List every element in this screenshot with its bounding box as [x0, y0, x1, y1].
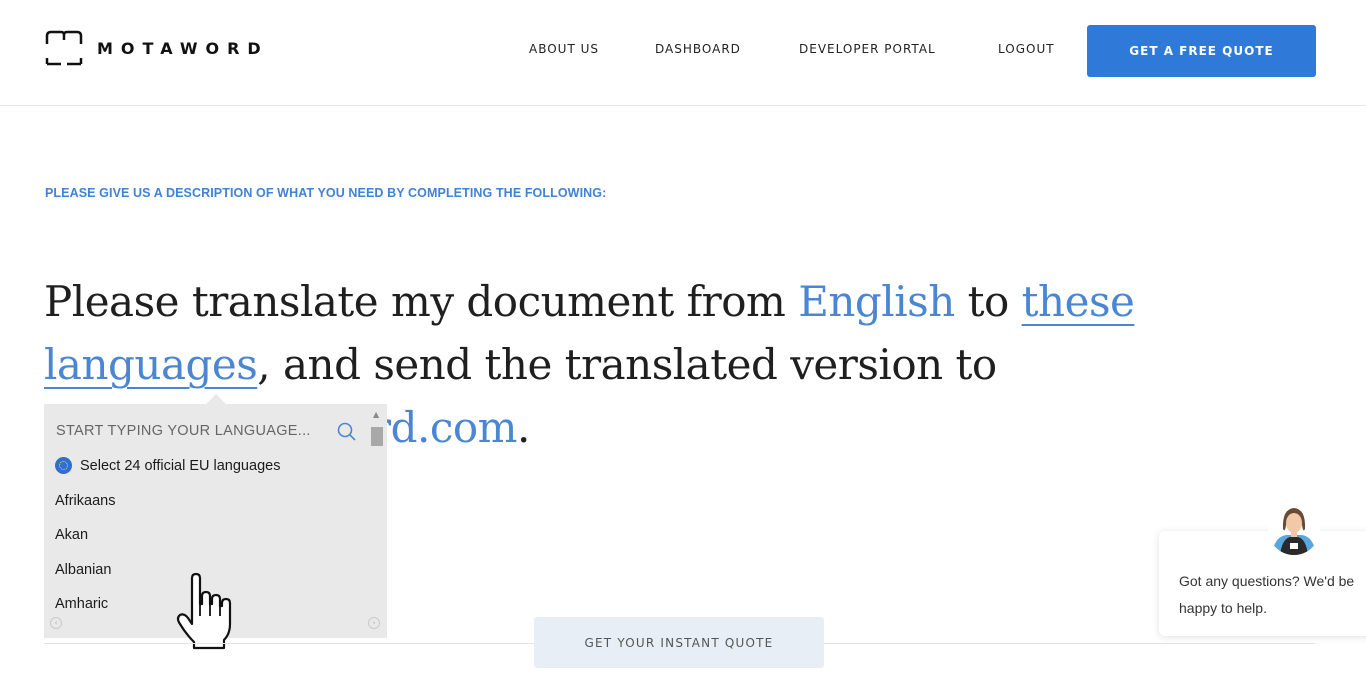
logo[interactable]: MOTAWORD — [45, 30, 269, 66]
nav-developer-portal[interactable]: DEVELOPER PORTAL — [799, 42, 936, 56]
chat-message: Got any questions? We'd be happy to help… — [1179, 568, 1366, 622]
site-header: MOTAWORD ABOUT US DASHBOARD DEVELOPER PO… — [0, 0, 1366, 106]
language-option[interactable]: Afrikaans — [55, 491, 365, 526]
vertical-scrollbar[interactable]: ▲ — [370, 408, 384, 608]
scrollbar-thumb[interactable] — [371, 427, 383, 446]
support-agent-avatar[interactable] — [1268, 503, 1320, 555]
search-icon[interactable] — [336, 421, 358, 447]
chat-popup[interactable]: Got any questions? We'd be happy to help… — [1159, 531, 1366, 636]
book-icon — [45, 30, 83, 66]
brand-name: MOTAWORD — [97, 38, 269, 58]
eu-languages-option[interactable]: Select 24 official EU languages — [55, 456, 365, 491]
source-language-selector[interactable]: English — [798, 277, 955, 326]
eu-flag-icon — [55, 457, 72, 474]
scroll-left-icon[interactable]: ‹ — [50, 617, 62, 629]
email-field-tail[interactable]: rd.com — [371, 403, 517, 452]
scroll-up-icon[interactable]: ▲ — [373, 410, 379, 419]
language-search-input[interactable]: START TYPING YOUR LANGUAGE... — [56, 423, 356, 439]
eu-languages-label: Select 24 official EU languages — [80, 458, 281, 474]
chat-message-line-2: happy to help. — [1179, 600, 1267, 616]
intro-instruction: PLEASE GIVE US A DESCRIPTION OF WHAT YOU… — [45, 186, 607, 200]
language-option[interactable]: Akan — [55, 525, 365, 560]
sentence-part-2: to — [954, 277, 1022, 326]
scroll-right-icon[interactable]: › — [368, 617, 380, 629]
get-free-quote-button[interactable]: GET A FREE QUOTE — [1087, 25, 1316, 77]
nav-dashboard[interactable]: DASHBOARD — [655, 42, 741, 56]
sentence-part-3: , and send the translated version to — [257, 340, 997, 389]
get-instant-quote-button[interactable]: GET YOUR INSTANT QUOTE — [534, 617, 824, 668]
nav-about-us[interactable]: ABOUT US — [529, 42, 599, 56]
sentence-part-4: . — [516, 403, 530, 452]
chat-message-line-1: Got any questions? We'd be — [1179, 573, 1355, 589]
nav-logout[interactable]: LOGOUT — [998, 42, 1055, 56]
sentence-part-1: Please translate my document from — [44, 277, 799, 326]
